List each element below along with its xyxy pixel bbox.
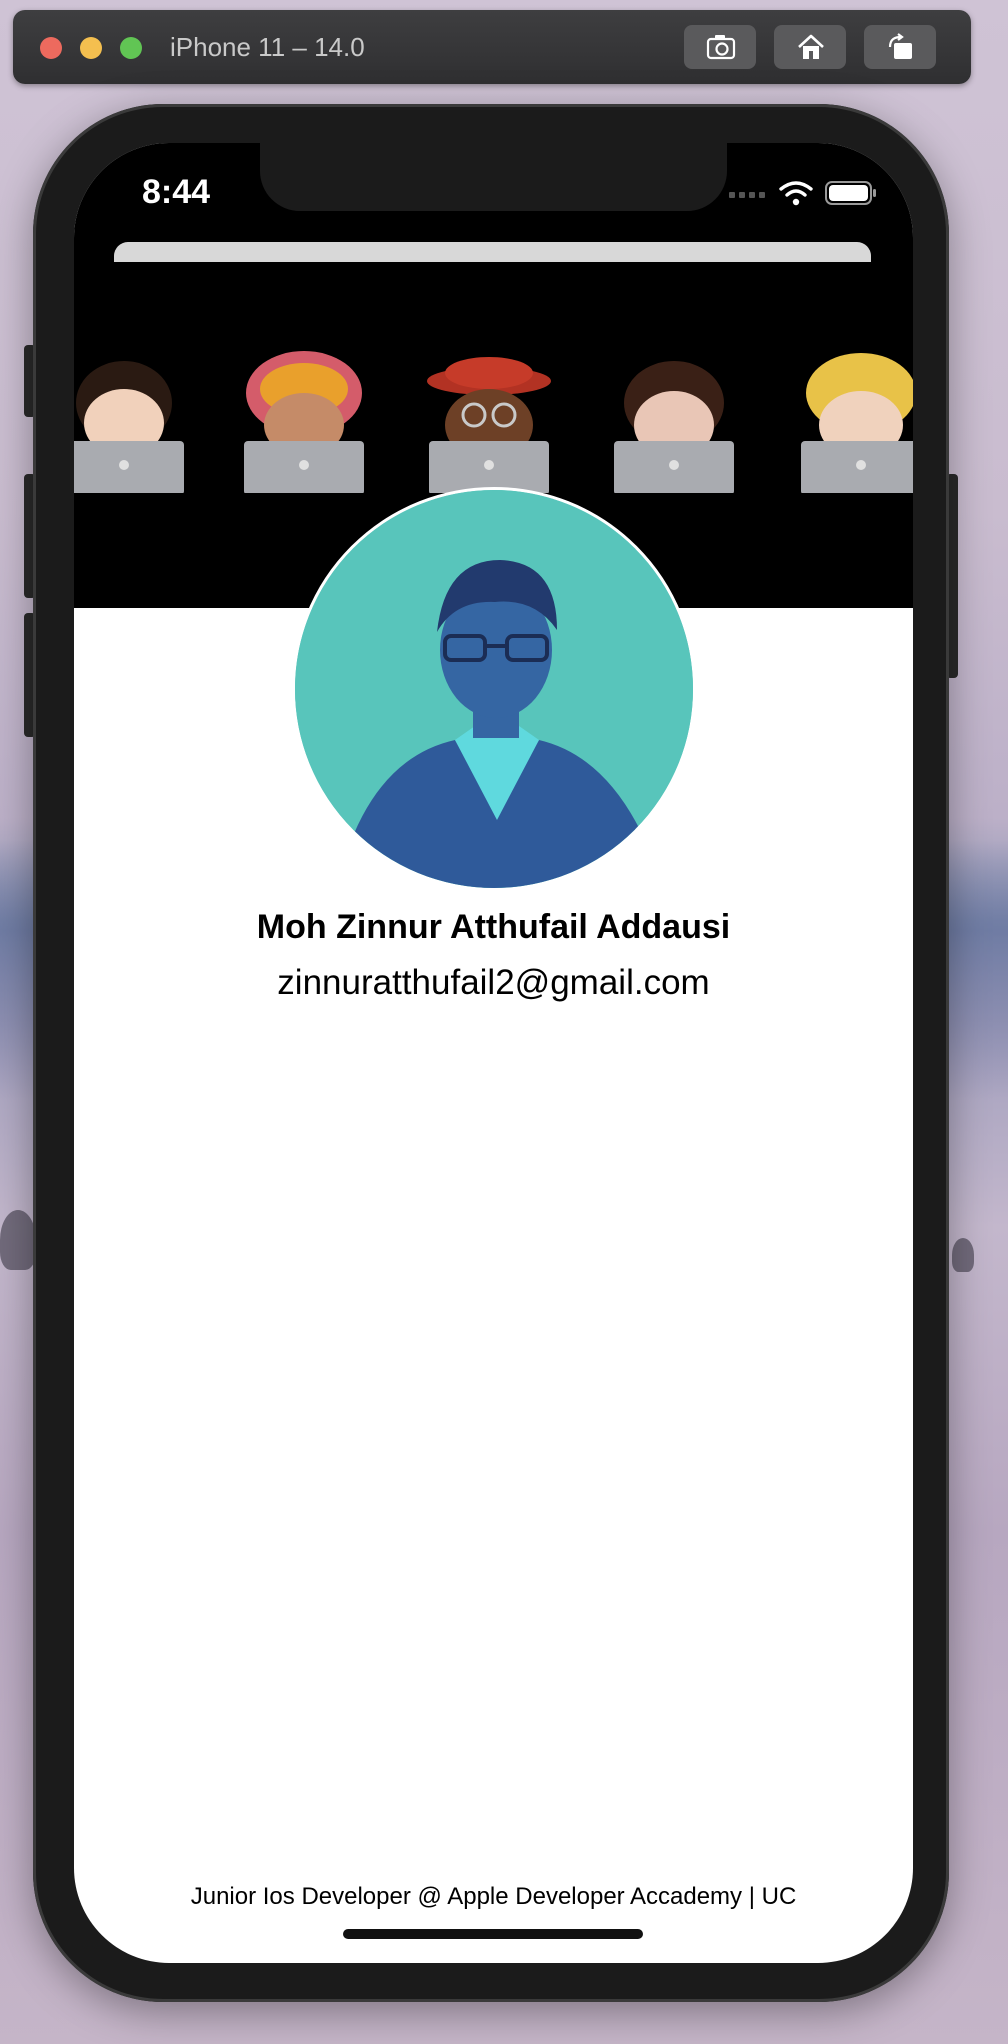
profile-name: Moh Zinnur Atthufail Addausi <box>256 908 731 946</box>
memoji-banner <box>74 343 913 493</box>
rotate-icon <box>888 33 912 59</box>
window-title: iPhone 11 – 14.0 <box>170 32 365 62</box>
simulator-title-bar: iPhone 11 – 14.0 <box>13 10 971 84</box>
memoji-4 <box>614 361 734 493</box>
memoji-1 <box>74 361 184 493</box>
battery-icon <box>825 181 876 205</box>
profile-role-footer: Junior Ios Developer @ Apple Developer A… <box>190 1883 797 1910</box>
home-indicator[interactable] <box>343 1929 643 1939</box>
memoji-3 <box>427 357 551 493</box>
app-screen: 8:44 Moh Zinnur Atthufail Addausi zinnur… <box>74 143 913 1963</box>
home-icon <box>798 34 824 59</box>
minimize-window-button[interactable] <box>80 37 102 59</box>
desktop-rock-left <box>0 1210 36 1270</box>
profile-email: zinnuratthufail2@gmail.com <box>277 963 710 1002</box>
profile-avatar <box>292 487 696 891</box>
home-button[interactable] <box>774 25 846 69</box>
memoji-2 <box>244 351 364 493</box>
close-window-button[interactable] <box>40 37 62 59</box>
rotate-button[interactable] <box>864 25 936 69</box>
status-bar-time: 8:44 <box>142 173 211 211</box>
desktop-rock-right <box>952 1238 974 1272</box>
signal-icon <box>729 192 765 198</box>
status-bar-icons <box>729 179 877 207</box>
device-notch <box>260 143 727 211</box>
camera-icon <box>706 35 736 60</box>
profile-photo <box>295 490 693 888</box>
screenshot-button[interactable] <box>684 25 756 69</box>
sheet-grabber <box>114 242 871 262</box>
wifi-icon <box>779 181 813 206</box>
zoom-window-button[interactable] <box>120 37 142 59</box>
memoji-5 <box>801 353 913 493</box>
